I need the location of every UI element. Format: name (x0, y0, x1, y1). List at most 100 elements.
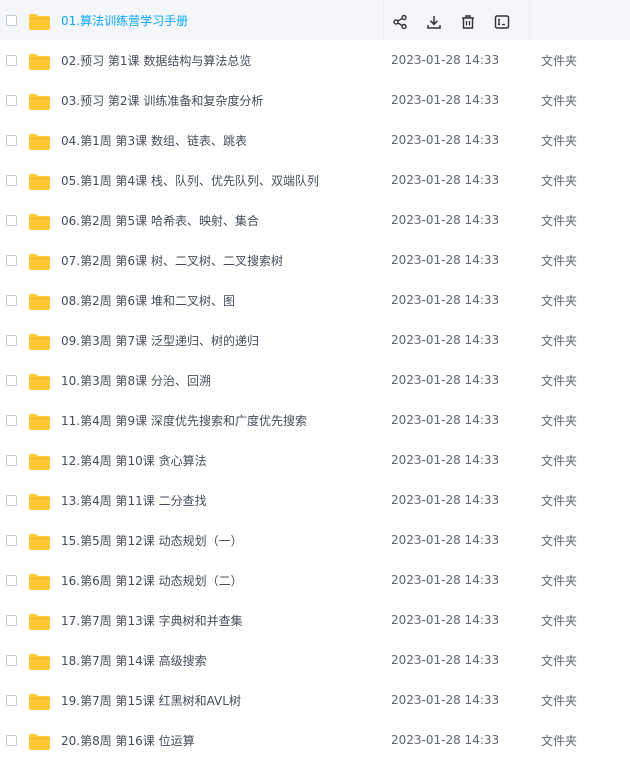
file-name-link[interactable]: 13.第4周 第11课 二分查找 (61, 492, 207, 509)
file-name-link[interactable]: 10.第3周 第8课 分治、回溯 (61, 372, 211, 389)
row-checkbox[interactable] (6, 134, 17, 146)
folder-icon (29, 254, 50, 270)
folder-icon (29, 454, 50, 470)
row-checkbox[interactable] (6, 94, 17, 106)
file-name-link[interactable]: 15.第5周 第12课 动态规划（一） (61, 532, 243, 549)
file-name-link[interactable]: 18.第7周 第14课 高级搜索 (61, 652, 207, 669)
file-name-link[interactable]: 08.第2周 第6课 堆和二叉树、图 (61, 292, 235, 309)
modified-date: 2023-01-28 14:33 (391, 533, 500, 547)
file-name-link[interactable]: 09.第3周 第7课 泛型递归、树的递归 (61, 332, 259, 349)
row-checkbox[interactable] (6, 214, 17, 226)
file-row[interactable]: 01.算法训练营学习手册 (0, 0, 630, 40)
row-checkbox[interactable] (6, 14, 17, 26)
file-name-link[interactable]: 11.第4周 第9课 深度优先搜索和广度优先搜索 (61, 412, 307, 429)
file-name-link[interactable]: 03.预习 第2课 训练准备和复杂度分析 (61, 92, 263, 109)
file-row[interactable]: 02.预习 第1课 数据结构与算法总览 2023-01-28 14:33 文件夹 (0, 40, 630, 80)
file-row[interactable]: 13.第4周 第11课 二分查找 2023-01-28 14:33 文件夹 (0, 480, 630, 520)
row-checkbox[interactable] (6, 254, 17, 266)
row-checkbox[interactable] (6, 614, 17, 626)
row-checkbox[interactable] (6, 414, 17, 426)
file-name-link[interactable]: 01.算法训练营学习手册 (61, 12, 188, 29)
modified-date: 2023-01-28 14:33 (391, 573, 500, 587)
row-checkbox[interactable] (6, 494, 17, 506)
modified-date: 2023-01-28 14:33 (391, 373, 500, 387)
file-type: 文件夹 (541, 293, 578, 308)
folder-icon (29, 534, 50, 550)
folder-icon (29, 134, 50, 150)
file-row[interactable]: 18.第7周 第14课 高级搜索 2023-01-28 14:33 文件夹 (0, 640, 630, 680)
folder-icon (29, 414, 50, 430)
folder-icon (29, 574, 50, 590)
file-name-link[interactable]: 05.第1周 第4课 栈、队列、优先队列、双端队列 (61, 172, 319, 189)
file-row[interactable]: 17.第7周 第13课 字典树和并查集 2023-01-28 14:33 文件夹 (0, 600, 630, 640)
file-type: 文件夹 (541, 253, 578, 268)
modified-date: 2023-01-28 14:33 (391, 413, 500, 427)
share-icon[interactable] (390, 13, 410, 31)
row-checkbox[interactable] (6, 334, 17, 346)
row-checkbox[interactable] (6, 294, 17, 306)
file-row[interactable]: 19.第7周 第15课 红黑树和AVL树 2023-01-28 14:33 文件… (0, 680, 630, 720)
row-checkbox[interactable] (6, 534, 17, 546)
file-type: 文件夹 (541, 173, 578, 188)
file-row[interactable]: 06.第2周 第5课 哈希表、映射、集合 2023-01-28 14:33 文件… (0, 200, 630, 240)
file-row[interactable]: 09.第3周 第7课 泛型递归、树的递归 2023-01-28 14:33 文件… (0, 320, 630, 360)
file-name-link[interactable]: 06.第2周 第5课 哈希表、映射、集合 (61, 212, 259, 229)
folder-icon (29, 734, 50, 750)
folder-icon (29, 494, 50, 510)
file-row[interactable]: 03.预习 第2课 训练准备和复杂度分析 2023-01-28 14:33 文件… (0, 80, 630, 120)
folder-icon (29, 694, 50, 710)
modified-date: 2023-01-28 14:33 (391, 493, 500, 507)
file-row[interactable]: 15.第5周 第12课 动态规划（一） 2023-01-28 14:33 文件夹 (0, 520, 630, 560)
file-name-link[interactable]: 12.第4周 第10课 贪心算法 (61, 452, 207, 469)
file-name-link[interactable]: 17.第7周 第13课 字典树和并查集 (61, 612, 243, 629)
file-type: 文件夹 (541, 213, 578, 228)
row-checkbox[interactable] (6, 374, 17, 386)
file-name-link[interactable]: 16.第6周 第12课 动态规划（二） (61, 572, 243, 589)
row-checkbox[interactable] (6, 694, 17, 706)
folder-icon (29, 94, 50, 110)
file-name-link[interactable]: 19.第7周 第15课 红黑树和AVL树 (61, 692, 241, 709)
file-type: 文件夹 (541, 533, 578, 548)
modified-date: 2023-01-28 14:33 (391, 93, 500, 107)
modified-date: 2023-01-28 14:33 (391, 653, 500, 667)
modified-date: 2023-01-28 14:33 (391, 693, 500, 707)
modified-date: 2023-01-28 14:33 (391, 133, 500, 147)
folder-icon (29, 214, 50, 230)
folder-icon (29, 334, 50, 350)
modified-date: 2023-01-28 14:33 (391, 293, 500, 307)
modified-date: 2023-01-28 14:33 (391, 53, 500, 67)
modified-date: 2023-01-28 14:33 (391, 253, 500, 267)
folder-icon (29, 174, 50, 190)
row-actions (390, 13, 512, 31)
file-row[interactable]: 07.第2周 第6课 树、二叉树、二叉搜索树 2023-01-28 14:33 … (0, 240, 630, 280)
download-icon[interactable] (424, 13, 444, 31)
file-name-link[interactable]: 20.第8周 第16课 位运算 (61, 732, 195, 749)
delete-icon[interactable] (458, 13, 478, 31)
modified-date: 2023-01-28 14:33 (391, 173, 500, 187)
file-name-link[interactable]: 02.预习 第1课 数据结构与算法总览 (61, 52, 251, 69)
file-name-link[interactable]: 07.第2周 第6课 树、二叉树、二叉搜索树 (61, 252, 283, 269)
file-type: 文件夹 (541, 613, 578, 628)
row-checkbox[interactable] (6, 454, 17, 466)
file-row[interactable]: 16.第6周 第12课 动态规划（二） 2023-01-28 14:33 文件夹 (0, 560, 630, 600)
row-checkbox[interactable] (6, 54, 17, 66)
file-type: 文件夹 (541, 333, 578, 348)
file-row[interactable]: 04.第1周 第3课 数组、链表、跳表 2023-01-28 14:33 文件夹 (0, 120, 630, 160)
file-row[interactable]: 12.第4周 第10课 贪心算法 2023-01-28 14:33 文件夹 (0, 440, 630, 480)
file-name-link[interactable]: 04.第1周 第3课 数组、链表、跳表 (61, 132, 247, 149)
rename-icon[interactable] (492, 13, 512, 31)
file-type: 文件夹 (541, 493, 578, 508)
row-checkbox[interactable] (6, 174, 17, 186)
row-checkbox[interactable] (6, 574, 17, 586)
file-row[interactable]: 11.第4周 第9课 深度优先搜索和广度优先搜索 2023-01-28 14:3… (0, 400, 630, 440)
file-row[interactable]: 20.第8周 第16课 位运算 2023-01-28 14:33 文件夹 (0, 720, 630, 760)
file-type: 文件夹 (541, 413, 578, 428)
file-row[interactable]: 10.第3周 第8课 分治、回溯 2023-01-28 14:33 文件夹 (0, 360, 630, 400)
folder-icon (29, 374, 50, 390)
folder-icon (29, 614, 50, 630)
folder-icon (29, 54, 50, 70)
file-row[interactable]: 08.第2周 第6课 堆和二叉树、图 2023-01-28 14:33 文件夹 (0, 280, 630, 320)
file-row[interactable]: 05.第1周 第4课 栈、队列、优先队列、双端队列 2023-01-28 14:… (0, 160, 630, 200)
row-checkbox[interactable] (6, 654, 17, 666)
row-checkbox[interactable] (6, 734, 17, 746)
